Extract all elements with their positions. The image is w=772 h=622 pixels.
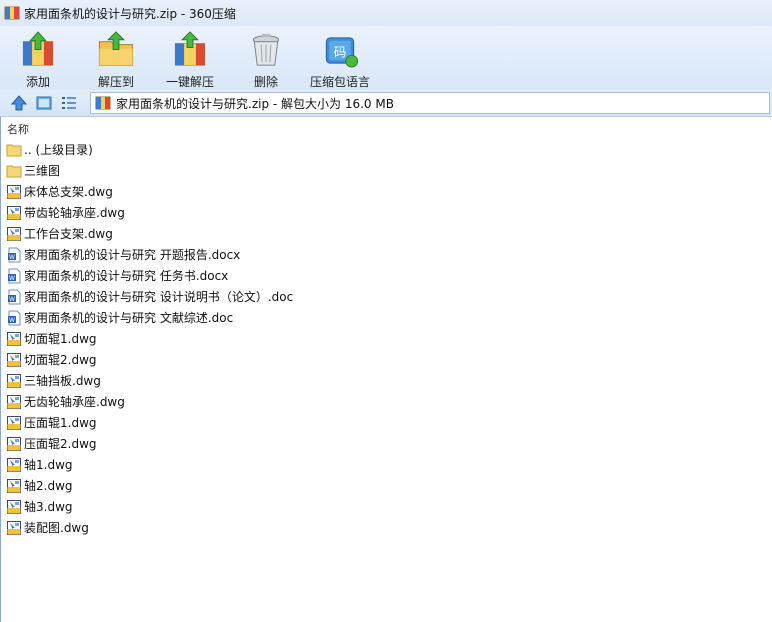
file-name: 家用面条机的设计与研究 开题报告.docx [24, 248, 241, 262]
dwg-file-icon [7, 436, 21, 451]
file-list-item[interactable]: 轴3.dwg [6, 496, 766, 517]
file-list-item[interactable]: W 家用面条机的设计与研究 任务书.docx [6, 265, 766, 286]
one-click-extract-icon [174, 31, 206, 66]
file-name: 无齿轮轴承座.dwg [24, 395, 125, 409]
dwg-file-icon [7, 352, 21, 367]
one-click-extract-button[interactable]: 一键解压 [166, 26, 214, 90]
file-list-item[interactable]: W 家用面条机的设计与研究 设计说明书（论文）.doc [6, 286, 766, 307]
navigation-bar: 家用面条机的设计与研究.zip - 解包大小为 16.0 MB [0, 90, 772, 117]
word-doc-icon: W [8, 268, 21, 283]
file-list-item[interactable]: 床体总支架.dwg [6, 181, 766, 202]
archive-language-label: 压缩包语言 [310, 75, 371, 89]
folder-icon [6, 165, 22, 177]
file-name: 切面辊1.dwg [24, 332, 97, 346]
svg-text:W: W [9, 296, 15, 303]
dwg-file-icon [7, 415, 21, 430]
file-list-item[interactable]: W 家用面条机的设计与研究 开题报告.docx [6, 244, 766, 265]
path-text: 家用面条机的设计与研究.zip - 解包大小为 16.0 MB [116, 96, 394, 111]
column-header-name[interactable]: 名称 [7, 121, 29, 137]
add-archive-icon [22, 31, 54, 66]
dwg-file-icon [7, 331, 21, 346]
window-title: 家用面条机的设计与研究.zip - 360压缩 [24, 6, 236, 21]
file-name: 轴2.dwg [24, 479, 73, 493]
file-name: 装配图.dwg [24, 521, 89, 535]
title-bar: 家用面条机的设计与研究.zip - 360压缩 [0, 0, 772, 26]
extract-to-button[interactable]: 解压到 [96, 26, 136, 90]
file-name: 轴1.dwg [24, 458, 73, 472]
file-list-item[interactable]: 工作台支架.dwg [6, 223, 766, 244]
file-name: .. (上级目录) [24, 143, 93, 157]
up-arrow-icon[interactable] [9, 93, 29, 113]
app-archive-icon [4, 6, 20, 20]
file-list-item[interactable]: 带齿轮轴承座.dwg [6, 202, 766, 223]
dwg-file-icon [7, 457, 21, 472]
file-list-item[interactable]: 压面辊2.dwg [6, 433, 766, 454]
file-name: 家用面条机的设计与研究 任务书.docx [24, 269, 229, 283]
file-name: 家用面条机的设计与研究 设计说明书（论文）.doc [24, 290, 294, 304]
extract-to-icon [98, 31, 134, 66]
delete-label: 删除 [253, 75, 278, 89]
svg-text:W: W [9, 317, 15, 324]
list-view-icon[interactable] [59, 93, 79, 113]
file-list-item[interactable]: 三轴挡板.dwg [6, 370, 766, 391]
svg-text:W: W [9, 275, 15, 282]
dwg-file-icon [7, 499, 21, 514]
dwg-file-icon [7, 520, 21, 535]
one-click-extract-label: 一键解压 [166, 75, 215, 89]
add-button[interactable]: 添加 [18, 26, 58, 90]
file-list-item[interactable]: .. (上级目录) [6, 139, 766, 160]
file-list-item[interactable]: 切面辊1.dwg [6, 328, 766, 349]
file-list-item[interactable]: 轴2.dwg [6, 475, 766, 496]
thumbnail-view-icon[interactable] [34, 93, 54, 113]
svg-text:W: W [9, 254, 15, 261]
dwg-file-icon [7, 373, 21, 388]
file-list-item[interactable]: 装配图.dwg [6, 517, 766, 538]
trash-icon [252, 33, 280, 66]
archive-language-button[interactable]: 码 压缩包语言 [310, 26, 370, 90]
dwg-file-icon [7, 394, 21, 409]
file-list-item[interactable]: 切面辊2.dwg [6, 349, 766, 370]
word-doc-icon: W [8, 289, 21, 304]
file-list-item[interactable]: W 家用面条机的设计与研究 文献综述.doc [6, 307, 766, 328]
add-button-label: 添加 [25, 75, 50, 89]
extract-to-label: 解压到 [97, 75, 134, 89]
file-name: 带齿轮轴承座.dwg [24, 206, 125, 220]
archive-language-icon: 码 [325, 37, 359, 68]
file-name: 床体总支架.dwg [24, 185, 113, 199]
file-name: 压面辊1.dwg [24, 416, 97, 430]
word-doc-icon: W [8, 247, 21, 262]
dwg-file-icon [7, 184, 21, 199]
folder-icon [6, 144, 22, 156]
file-list-item[interactable]: 三维图 [6, 160, 766, 181]
path-field[interactable]: 家用面条机的设计与研究.zip - 解包大小为 16.0 MB [90, 92, 770, 114]
file-name: 三轴挡板.dwg [24, 374, 101, 388]
file-name: 三维图 [24, 164, 61, 178]
file-name: 轴3.dwg [24, 500, 73, 514]
toolbar: 添加 解压到 一键解压 删除 码 压缩包语言 [0, 26, 772, 90]
file-name: 压面辊2.dwg [24, 437, 97, 451]
dwg-file-icon [7, 226, 21, 241]
file-list-item[interactable]: 无齿轮轴承座.dwg [6, 391, 766, 412]
file-list-panel: 名称 .. (上级目录) 三维图床体总支架.dwg 带齿轮轴承座.dwg 工作台支架.… [0, 117, 772, 622]
dwg-file-icon [7, 478, 21, 493]
file-list: .. (上级目录) 三维图床体总支架.dwg 带齿轮轴承座.dwg 工作台支架.dwg… [6, 139, 766, 538]
file-list-item[interactable]: 轴1.dwg [6, 454, 766, 475]
file-name: 切面辊2.dwg [24, 353, 97, 367]
dwg-file-icon [7, 205, 21, 220]
file-name: 工作台支架.dwg [24, 227, 113, 241]
delete-button[interactable]: 删除 [246, 26, 286, 90]
word-doc-icon: W [8, 310, 21, 325]
file-list-item[interactable]: 压面辊1.dwg [6, 412, 766, 433]
archive-icon [95, 96, 111, 110]
file-name: 家用面条机的设计与研究 文献综述.doc [24, 311, 234, 325]
svg-text:码: 码 [334, 44, 347, 59]
